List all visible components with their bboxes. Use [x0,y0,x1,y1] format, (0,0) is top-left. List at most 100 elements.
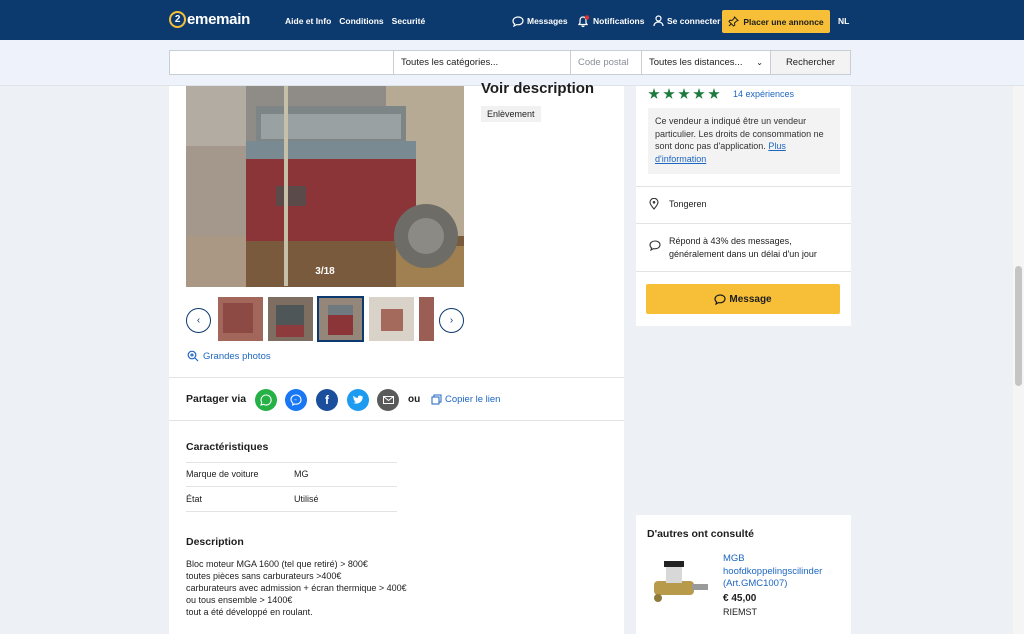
nav-link-security[interactable]: Securité [392,16,426,26]
response-rate-text: Répond à 43% des messages, généralement … [669,236,817,259]
photo-thumbnail[interactable] [419,297,434,341]
copy-link-button[interactable]: Copier le lien [431,394,500,405]
seller-notice: Ce vendeur a indiqué être un vendeur par… [648,108,840,174]
photo-thumbnail[interactable] [369,297,414,341]
nav-link-conditions[interactable]: Conditions [339,16,383,26]
zoom-in-icon [187,350,199,362]
messages-label: Messages [527,16,568,26]
chevron-left-icon: ‹ [196,315,201,326]
characteristic-label: Marque de voiture [186,469,259,479]
chevron-down-icon: ⌄ [756,58,763,67]
photo-thumbnail[interactable] [218,297,263,341]
photo-counter: 3/18 [315,266,335,277]
divider [636,223,851,224]
experiences-link[interactable]: 14 expériences [733,89,794,99]
recommended-item-price: € 45,00 [723,592,757,604]
large-photos-link[interactable]: Grandes photos [187,350,271,362]
seller-response-rate: Répond à 43% des messages, généralement … [649,235,839,260]
characteristic-value: MG [294,469,309,479]
listing-heading-text: Voir description [481,80,595,97]
facebook-icon[interactable]: f [316,389,338,411]
message-button-label: Message [729,293,772,305]
location-label: Tongeren [669,199,707,209]
description-title: Description [186,536,244,548]
copy-icon [431,394,442,405]
seller-location: Tongeren [649,198,707,210]
notifications-label: Notifications [593,16,645,26]
message-seller-button[interactable]: Message [646,284,840,314]
thumbnail-image [268,297,313,341]
description-line: Bloc moteur MGA 1600 (tel que retiré) > … [186,559,368,569]
post-ad-button[interactable]: Placer une annonce [722,10,830,33]
chat-bubble-icon [714,293,726,305]
email-icon[interactable] [377,389,399,411]
star-icon [678,88,690,99]
location-pin-icon [649,198,659,210]
messages-link[interactable]: Messages [512,10,568,32]
site-logo[interactable]: 2 ememain [169,11,250,28]
user-icon [653,15,664,27]
distance-select[interactable]: Toutes les distances... ⌄ [641,50,771,75]
search-input[interactable] [169,50,394,75]
photo-thumbnail-active[interactable] [317,296,364,342]
divider [636,186,851,187]
main-photo[interactable]: 3/18 [186,86,464,287]
thumbnail-image [369,297,414,341]
star-icon [693,88,705,99]
twitter-icon[interactable] [347,389,369,411]
table-row: Marque de voiture MG [186,462,397,487]
logo-text: ememain [187,11,250,28]
chat-bubble-icon [649,240,661,251]
scrollbar-track[interactable] [1013,86,1024,634]
chat-bubble-icon [512,15,524,27]
recommended-item: MGB hoofdkoppelingscilinder (Art.GMC1007… [723,553,843,619]
copy-link-label: Copier le lien [445,394,501,405]
divider [636,271,851,272]
postal-code-placeholder: Code postal [578,57,629,68]
whatsapp-icon[interactable] [255,389,277,411]
divider [169,377,624,378]
table-row: État Utilisé [186,487,397,512]
description-line: toutes pièces sans carburateurs >400€ [186,571,342,581]
logo-mark: 2 [169,11,186,28]
postal-code-input[interactable]: Code postal [570,50,642,75]
thumbnail-image [218,297,263,341]
category-value: Toutes les catégories... [401,57,499,68]
recommended-item-image[interactable] [646,553,714,613]
post-ad-label: Placer une annonce [743,16,824,27]
pickup-tag: Enlèvement [481,106,541,122]
messenger-icon[interactable] [285,389,307,411]
seller-notice-text: Ce vendeur a indiqué être un vendeur par… [655,116,824,151]
previous-photo-button[interactable]: ‹ [186,308,211,333]
help-links: Aide et Info Conditions Securité [285,16,425,26]
description-line: tout a été développé en roulant. [186,607,313,617]
pin-icon [728,16,740,27]
language-switch[interactable]: NL [838,10,849,32]
share-label: Partager via [186,393,247,405]
clutch-cylinder-image [654,561,708,602]
next-photo-button[interactable]: › [439,308,464,333]
bell-icon [577,14,590,27]
others-viewed-title: D'autres ont consulté [647,528,754,540]
notifications-link[interactable]: Notifications [577,10,644,32]
login-link[interactable]: Se connecter [653,10,720,32]
thumbnail-image [419,297,434,341]
star-icon [708,88,720,99]
scrollbar-thumb[interactable] [1015,266,1022,386]
chevron-right-icon: › [449,315,454,326]
thumbnail-image [318,297,363,341]
photo-thumbnail[interactable] [268,297,313,341]
nav-link-help[interactable]: Aide et Info [285,16,331,26]
star-icon [648,88,660,99]
login-label: Se connecter [667,16,721,26]
rating-stars [648,88,720,100]
recommended-item-title[interactable]: MGB hoofdkoppelingscilinder (Art.GMC1007… [723,553,843,591]
characteristic-label: État [186,494,203,504]
share-or-text: ou [408,394,421,405]
recommended-item-location: RIEMST [723,607,758,617]
description-line: carburateurs avec admission + écran ther… [186,583,407,593]
divider [169,420,624,421]
characteristics-title: Caractéristiques [186,441,269,453]
search-button[interactable]: Rechercher [770,50,851,75]
category-select[interactable]: Toutes les catégories... [393,50,571,75]
